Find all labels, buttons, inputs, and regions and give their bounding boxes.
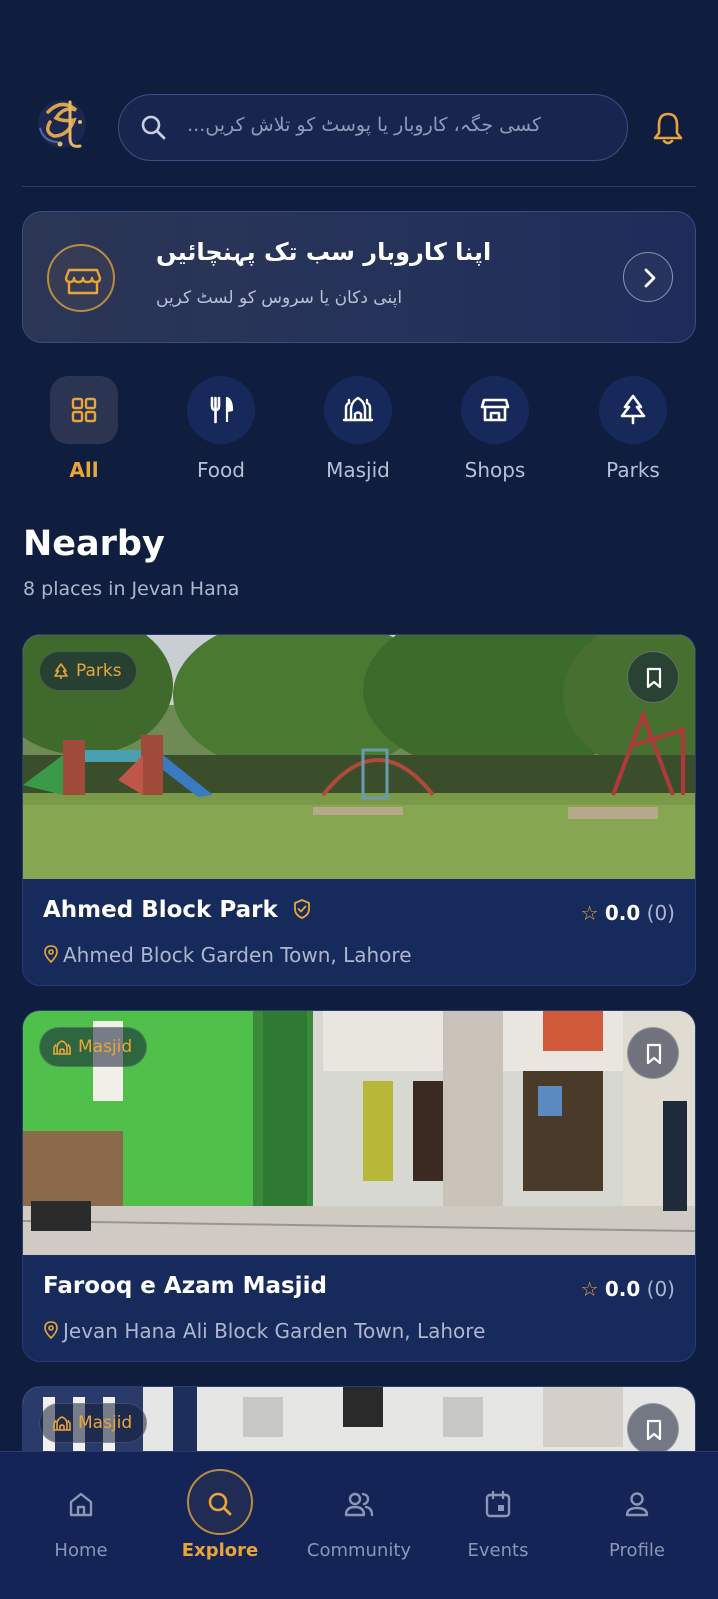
home-icon bbox=[69, 1492, 93, 1517]
category-tag-label: Masjid bbox=[78, 1413, 133, 1433]
bell-icon[interactable] bbox=[652, 110, 684, 146]
place-name: Farooq e Azam Masjid bbox=[43, 1273, 327, 1299]
shop-icon bbox=[480, 398, 510, 422]
nav-events[interactable]: Events bbox=[438, 1452, 558, 1599]
nav-label: Explore bbox=[181, 1540, 259, 1561]
grid-icon bbox=[71, 397, 97, 423]
place-rating: ☆ 0.0 (0) bbox=[581, 1277, 675, 1301]
search-input[interactable]: کسی جگہ، کاروبار یا پوسٹ کو تلاش کریں... bbox=[118, 94, 628, 161]
category-tag-label: Parks bbox=[76, 661, 122, 681]
nav-label: Events bbox=[467, 1540, 529, 1561]
rating-value: 0.0 bbox=[604, 1277, 641, 1301]
category-all[interactable]: All bbox=[29, 376, 139, 486]
search-placeholder: کسی جگہ، کاروبار یا پوسٹ کو تلاش کریں... bbox=[187, 114, 541, 136]
star-icon: ☆ bbox=[580, 901, 599, 925]
nav-label: Home bbox=[54, 1540, 108, 1561]
tree-icon bbox=[620, 394, 646, 425]
calligraphy-logo[interactable] bbox=[34, 92, 94, 156]
nav-profile[interactable]: Profile bbox=[577, 1452, 697, 1599]
category-tag: Parks bbox=[39, 651, 137, 691]
category-label: Shops bbox=[464, 458, 526, 482]
star-icon: ☆ bbox=[580, 1277, 599, 1301]
mosque-icon bbox=[53, 1040, 71, 1055]
category-tag: Masjid bbox=[39, 1027, 148, 1067]
banner-subtitle: اپنی دکان یا سروس کو لسٹ کریں bbox=[156, 288, 403, 308]
review-count: (0) bbox=[646, 1277, 675, 1301]
location-pin-icon bbox=[44, 945, 58, 964]
category-food[interactable]: Food bbox=[166, 376, 276, 486]
nav-explore[interactable]: Explore bbox=[160, 1452, 280, 1599]
mosque-icon bbox=[342, 396, 374, 422]
banner-next-button[interactable] bbox=[623, 252, 673, 302]
nav-community[interactable]: Community bbox=[299, 1452, 419, 1599]
bottom-navigation: Home Explore Community Events Profile bbox=[0, 1451, 718, 1599]
bookmark-button[interactable] bbox=[627, 1403, 679, 1455]
bookmark-button[interactable] bbox=[627, 1027, 679, 1079]
top-bar: کسی جگہ، کاروبار یا پوسٹ کو تلاش کریں... bbox=[0, 88, 718, 192]
place-address: Ahmed Block Garden Town, Lahore bbox=[43, 943, 412, 967]
bookmark-icon bbox=[646, 1419, 662, 1441]
banner-title: اپنا کاروبار سب تک پہنچائیں bbox=[156, 238, 492, 266]
promo-banner[interactable]: اپنا کاروبار سب تک پہنچائیں اپنی دکان یا… bbox=[22, 211, 696, 343]
category-masjid[interactable]: Masjid bbox=[303, 376, 413, 486]
category-label: Parks bbox=[606, 458, 660, 482]
section-subtitle: 8 places in Jevan Hana bbox=[23, 578, 240, 600]
user-icon bbox=[625, 1492, 649, 1517]
mosque-icon bbox=[53, 1416, 71, 1431]
nav-home[interactable]: Home bbox=[21, 1452, 141, 1599]
store-icon bbox=[47, 244, 115, 312]
bookmark-icon bbox=[646, 667, 662, 689]
nav-label: Profile bbox=[609, 1540, 665, 1561]
calendar-icon bbox=[485, 1490, 511, 1518]
rating-value: 0.0 bbox=[604, 901, 641, 925]
category-parks[interactable]: Parks bbox=[578, 376, 688, 486]
category-label: Masjid bbox=[326, 458, 390, 482]
place-address-text: Ahmed Block Garden Town, Lahore bbox=[63, 943, 412, 967]
tree-icon bbox=[54, 663, 68, 679]
category-label: Food bbox=[197, 458, 245, 482]
place-rating: ☆ 0.0 (0) bbox=[581, 901, 675, 925]
location-pin-icon bbox=[44, 1321, 58, 1340]
header-divider bbox=[22, 186, 696, 187]
verified-shield-icon bbox=[293, 899, 310, 919]
people-icon bbox=[344, 1492, 374, 1517]
nav-label: Community bbox=[306, 1540, 412, 1561]
bookmark-button[interactable] bbox=[627, 651, 679, 703]
bookmark-icon bbox=[646, 1043, 662, 1065]
place-name-text: Ahmed Block Park bbox=[43, 897, 278, 923]
search-icon bbox=[141, 115, 166, 140]
search-icon bbox=[208, 1492, 232, 1516]
category-filter: All Food Masjid Shops Parks bbox=[0, 376, 718, 486]
place-address-text: Jevan Hana Ali Block Garden Town, Lahore bbox=[63, 1319, 486, 1343]
section-title: Nearby bbox=[23, 524, 165, 564]
category-shops[interactable]: Shops bbox=[440, 376, 550, 486]
chevron-right-icon bbox=[644, 268, 656, 288]
place-address: Jevan Hana Ali Block Garden Town, Lahore bbox=[43, 1319, 485, 1343]
review-count: (0) bbox=[646, 901, 675, 925]
category-tag-label: Masjid bbox=[78, 1037, 133, 1057]
place-card[interactable]: Parks Ahmed Block Park ☆ 0.0 (0) Ahmed B… bbox=[22, 634, 696, 986]
place-name: Ahmed Block Park bbox=[43, 897, 312, 923]
utensils-icon bbox=[210, 396, 234, 424]
category-tag: Masjid bbox=[39, 1403, 148, 1443]
place-card[interactable]: Masjid Farooq e Azam Masjid ☆ 0.0 (0) Je… bbox=[22, 1010, 696, 1362]
category-label: All bbox=[69, 458, 99, 482]
